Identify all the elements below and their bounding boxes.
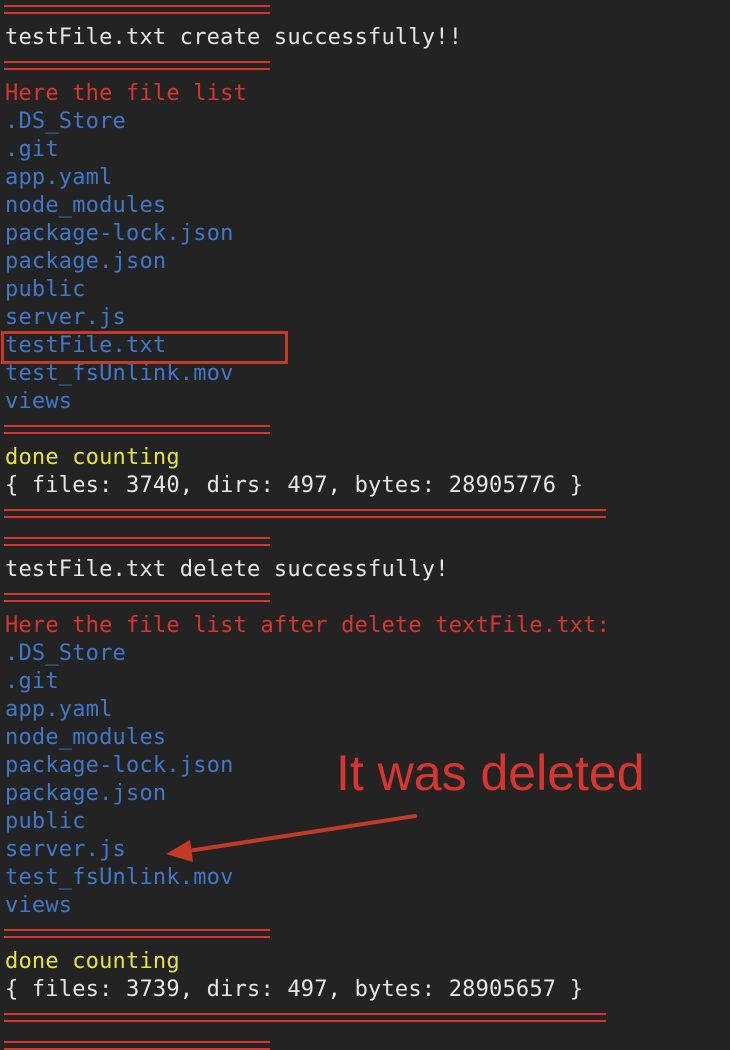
annotation-arrow-icon — [166, 814, 417, 862]
terminal-output: testFile.txt create successfully!! Here … — [0, 0, 730, 1050]
